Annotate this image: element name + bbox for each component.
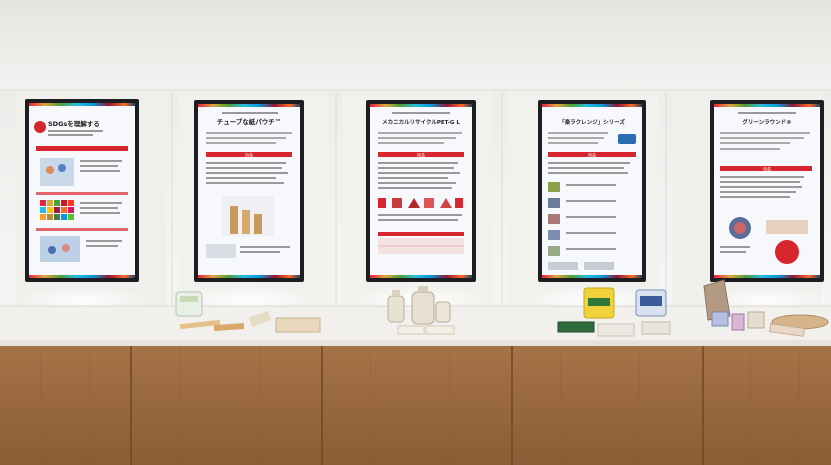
display-screen-2: チューブな紙パウチ™ 特長	[194, 100, 304, 282]
display-screen-5: グリーンラウンド® 特長	[710, 100, 824, 282]
screen-1-title: SDGsを理解する	[48, 119, 100, 128]
screen-3-section: 特長	[417, 152, 425, 158]
screen-5-title: グリーンラウンド®	[742, 118, 791, 126]
screen-2-section: 特長	[245, 152, 253, 158]
ceiling	[0, 0, 831, 90]
screen-4-title: 「楽ラクレンジ」シリーズ	[559, 118, 625, 126]
screen-2-title: チューブな紙パウチ™	[217, 117, 282, 126]
screen-3-title: メカニカルリサイクルPET-G L	[382, 118, 460, 126]
showroom-scene: SDGsを理解する チューブな紙パウチ™ 特長 メカニカルリサイクルPET-G …	[0, 0, 831, 465]
showroom-photo: SDGsを理解する チューブな紙パウチ™ 特長 メカニカルリサイクルPET-G …	[0, 0, 831, 465]
display-screen-1: SDGsを理解する	[25, 99, 139, 282]
display-screen-3: メカニカルリサイクルPET-G L 特長	[366, 100, 476, 282]
screen-4-section: 特長	[588, 152, 596, 158]
screen-5-section: 特長	[763, 166, 771, 172]
display-screen-4: 「楽ラクレンジ」シリーズ 特長	[538, 100, 646, 282]
